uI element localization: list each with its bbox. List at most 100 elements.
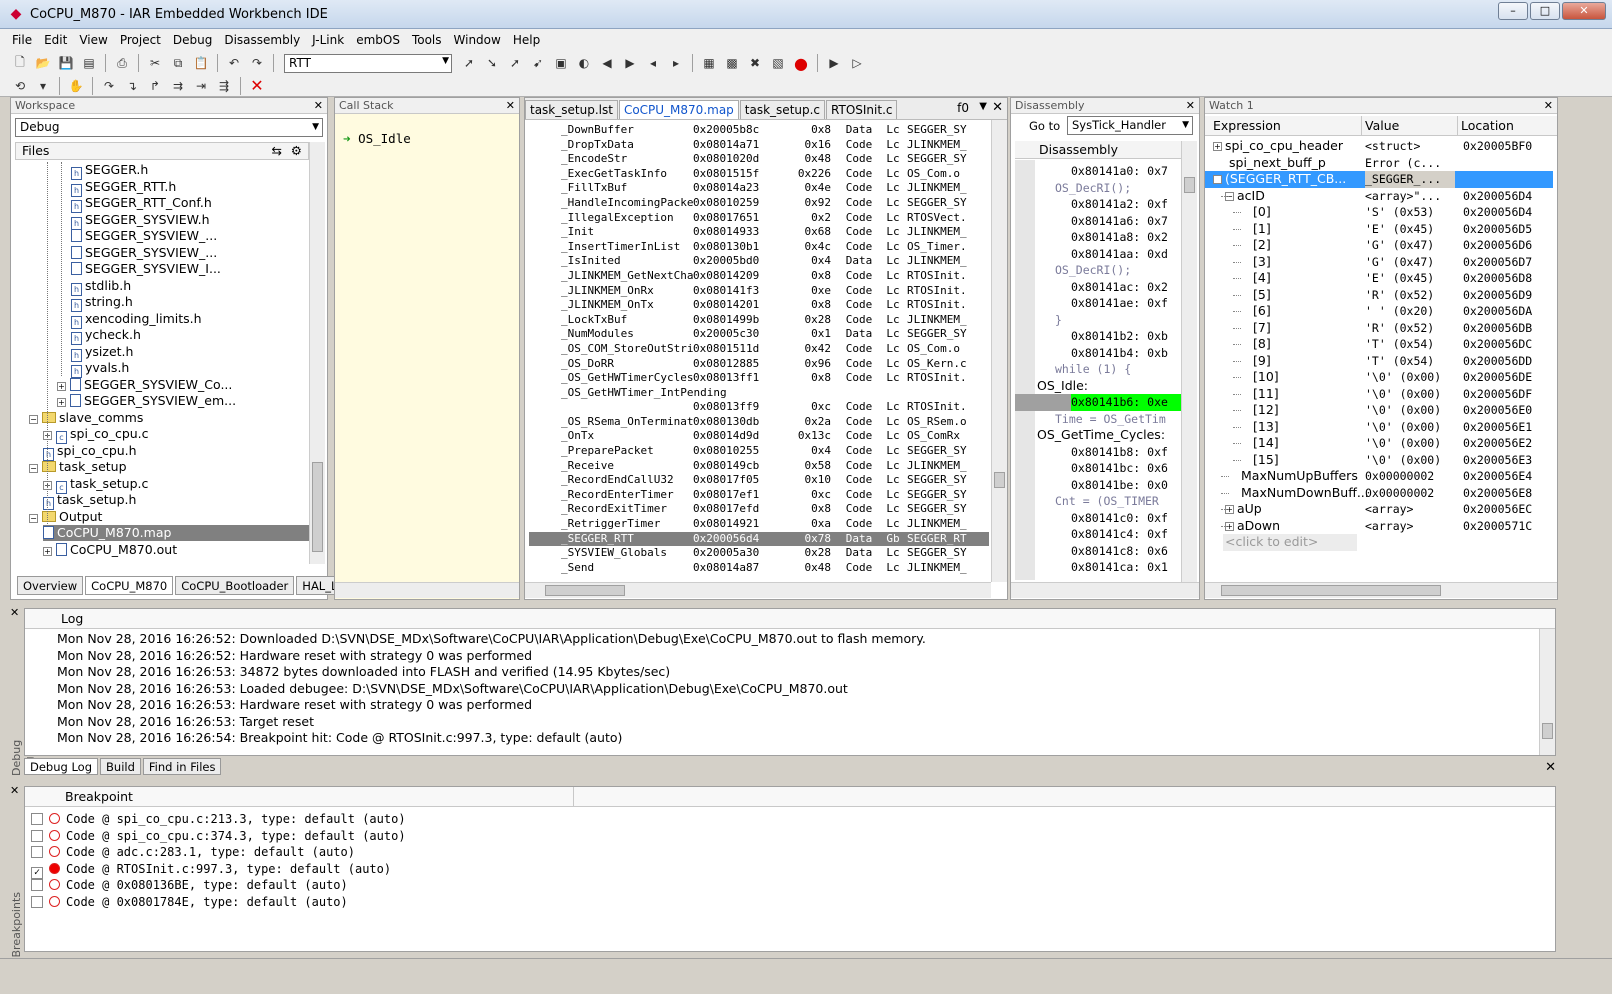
tree-item[interactable]: + SEGGER_SYSVIEW_Co...: [57, 377, 232, 393]
chevron-down-icon[interactable]: ▼: [312, 119, 319, 136]
map-row[interactable]: _DownBuffer 0x20005b8c 0x8 Data Lc SEGGER_SY: [529, 123, 989, 138]
watch-value[interactable]: '\0' (0x00): [1365, 369, 1441, 386]
watch-expression[interactable]: [2]: [1253, 237, 1271, 254]
watch-value[interactable]: <struct>: [1365, 138, 1420, 155]
breakpoint-checkbox[interactable]: [31, 813, 43, 825]
watch-value[interactable]: <array>"...: [1365, 188, 1441, 205]
breakpoint-checkbox[interactable]: [31, 895, 43, 908]
watch-row[interactable]: − (SEGGER_RTT_CB... _SEGGER_...: [1205, 171, 1553, 188]
tab-build[interactable]: Build: [100, 758, 141, 775]
minimize-button[interactable]: –: [1498, 2, 1528, 20]
watch-value[interactable]: <array>: [1365, 518, 1413, 535]
bookmark-icon[interactable]: ◐: [574, 53, 594, 73]
expand-icon[interactable]: +: [1213, 142, 1222, 151]
close-icon[interactable]: ✕: [10, 606, 19, 619]
watch-expression[interactable]: [7]: [1253, 320, 1271, 337]
instruction-row[interactable]: 0x80141ac: 0x2: [1071, 279, 1168, 296]
watch-value[interactable]: 'E' (0x45): [1365, 221, 1434, 238]
new-file-icon[interactable]: 🗋: [10, 53, 30, 73]
breakpoint-checkbox[interactable]: [31, 829, 43, 842]
tree-item[interactable]: h ycheck.h: [71, 327, 141, 345]
reset-icon[interactable]: ⟲: [10, 76, 30, 96]
close-window-button[interactable]: ✕: [1562, 2, 1606, 20]
watch-value[interactable]: 0x00000002: [1365, 485, 1434, 502]
chevron-down-icon[interactable]: ▼: [1182, 117, 1189, 134]
menu-edit[interactable]: Edit: [38, 33, 73, 47]
watch-expression[interactable]: [11]: [1253, 386, 1279, 403]
watch-expression[interactable]: spi_co_cpu_header: [1225, 138, 1343, 155]
tree-item[interactable]: h SEGGER_SYSVIEW.h: [71, 212, 210, 230]
tree-item[interactable]: + SEGGER_SYSVIEW_em...: [57, 393, 236, 409]
instruction-row[interactable]: 0x80141c4: 0xf: [1071, 526, 1168, 543]
map-row[interactable]: _DropTxData 0x08014a71 0x16 Code Lc JLINKMEM_: [529, 138, 989, 153]
watch-expression[interactable]: [3]: [1253, 254, 1271, 271]
map-row[interactable]: _NumModules 0x20005c30 0x1 Data Lc SEGGER_SY: [529, 327, 989, 342]
watch-value[interactable]: 0x00000002: [1365, 468, 1434, 485]
breakpoint-checkbox[interactable]: [31, 846, 43, 858]
config-select[interactable]: Debug ▼: [15, 118, 323, 137]
watch-row[interactable]: − acID <array>"... 0x200056D4: [1205, 188, 1553, 205]
source-line[interactable]: while (1) {: [1055, 361, 1131, 378]
menu-disassembly[interactable]: Disassembly: [218, 33, 306, 47]
expand-icon[interactable]: +: [57, 398, 66, 407]
map-row[interactable]: _JLINKMEM_GetNextChar 0x08014209 0x8 Code Lc…: [529, 269, 989, 284]
close-tab-icon[interactable]: ✕: [992, 100, 1003, 115]
tree-item[interactable]: − task_setup: [29, 459, 127, 475]
menu-jlink[interactable]: J-Link: [306, 33, 350, 47]
watch-row[interactable]: [7] 'R' (0x52) 0x200056DB: [1205, 320, 1553, 337]
next-statement-icon[interactable]: ⇉: [168, 76, 188, 96]
click-to-edit-placeholder[interactable]: <click to edit>: [1223, 534, 1357, 551]
undo-icon[interactable]: ↶: [224, 53, 244, 73]
watch-value[interactable]: _SEGGER_...: [1365, 171, 1455, 188]
search-combo[interactable]: RTT ▼: [284, 53, 452, 73]
tree-item[interactable]: h SEGGER_RTT.h: [71, 179, 176, 197]
watch-expression[interactable]: [6]: [1253, 303, 1271, 320]
breakpoint-row[interactable]: ✓ Code @ RTOSInit.c:997.3, type: default …: [31, 861, 391, 879]
watch-value[interactable]: '\0' (0x00): [1365, 419, 1441, 436]
redo-icon[interactable]: ↷: [247, 53, 267, 73]
watch-row[interactable]: [2] 'G' (0x47) 0x200056D6: [1205, 237, 1553, 254]
watch-row[interactable]: MaxNumUpBuffers 0x00000002 0x200056E4: [1205, 468, 1553, 485]
menu-window[interactable]: Window: [448, 33, 507, 47]
tree-item[interactable]: h yvals.h: [71, 360, 129, 378]
collapse-icon[interactable]: −: [29, 513, 38, 523]
breakpoint-row[interactable]: Code @ 0x080136BE, type: default (auto): [31, 877, 348, 894]
instruction-row[interactable]: 0x80141a8: 0x2: [1071, 229, 1168, 246]
copy-icon[interactable]: ⧉: [168, 53, 188, 73]
map-row[interactable]: _JLINKMEM_OnTx 0x08014201 0x8 Code Lc RTOSIni…: [529, 298, 989, 313]
map-row[interactable]: _JLINKMEM_OnRx 0x080141f3 0xe Code Lc RTOSIni…: [529, 284, 989, 299]
value-column[interactable]: Value: [1365, 118, 1399, 133]
download-debug-icon[interactable]: ▶: [824, 53, 844, 73]
map-row[interactable]: _OS_GetHWTimer_IntPending: [529, 386, 989, 401]
close-log-icon[interactable]: ✕: [1545, 760, 1556, 775]
settings-icon[interactable]: ⚙: [291, 143, 302, 159]
watch-expression[interactable]: [5]: [1253, 287, 1271, 304]
close-icon[interactable]: ✕: [1186, 98, 1195, 113]
tab-task-setup-lst[interactable]: task_setup.lst: [525, 100, 618, 119]
watch-expression[interactable]: spi_next_buff_p: [1229, 155, 1326, 172]
tree-item[interactable]: CoCPU_M870.map: [43, 525, 309, 541]
watch-value[interactable]: 'S' (0x53): [1365, 204, 1434, 221]
paste-icon[interactable]: 📋: [191, 53, 211, 73]
watch-value[interactable]: <array>: [1365, 501, 1413, 518]
breakpoint-icon[interactable]: ●: [791, 53, 811, 73]
watch-row[interactable]: [3] 'G' (0x47) 0x200056D7: [1205, 254, 1553, 271]
options-icon[interactable]: ⇆: [272, 143, 282, 159]
watch-expression[interactable]: acID: [1237, 188, 1265, 205]
watch-row[interactable]: [4] 'E' (0x45) 0x200056D8: [1205, 270, 1553, 287]
run-to-cursor-icon[interactable]: ⇥: [191, 76, 211, 96]
watch-value[interactable]: ' ' (0x20): [1365, 303, 1434, 320]
map-row[interactable]: _OS_COM_StoreOutString 0x0801511d 0x42 Code…: [529, 342, 989, 357]
instruction-row[interactable]: 0x80141ae: 0xf: [1071, 295, 1168, 312]
tree-item[interactable]: h string.h: [71, 294, 133, 312]
source-line[interactable]: }: [1055, 312, 1062, 329]
tab-cocpu-bootloader[interactable]: CoCPU_Bootloader: [175, 576, 295, 595]
tab-find-in-files[interactable]: Find in Files: [142, 758, 222, 775]
watch-value[interactable]: 'G' (0x47): [1365, 237, 1434, 254]
map-row[interactable]: _ExecGetTaskInfo 0x0801515f 0x226 Code Lc OS_…: [529, 167, 989, 182]
watch-expression[interactable]: MaxNumUpBuffers: [1241, 468, 1358, 485]
tree-item[interactable]: h task_setup.h: [43, 492, 136, 510]
watch-expression[interactable]: [13]: [1253, 419, 1279, 436]
stop-build-icon[interactable]: ✖: [745, 53, 765, 73]
watch-expression[interactable]: [12]: [1253, 402, 1279, 419]
